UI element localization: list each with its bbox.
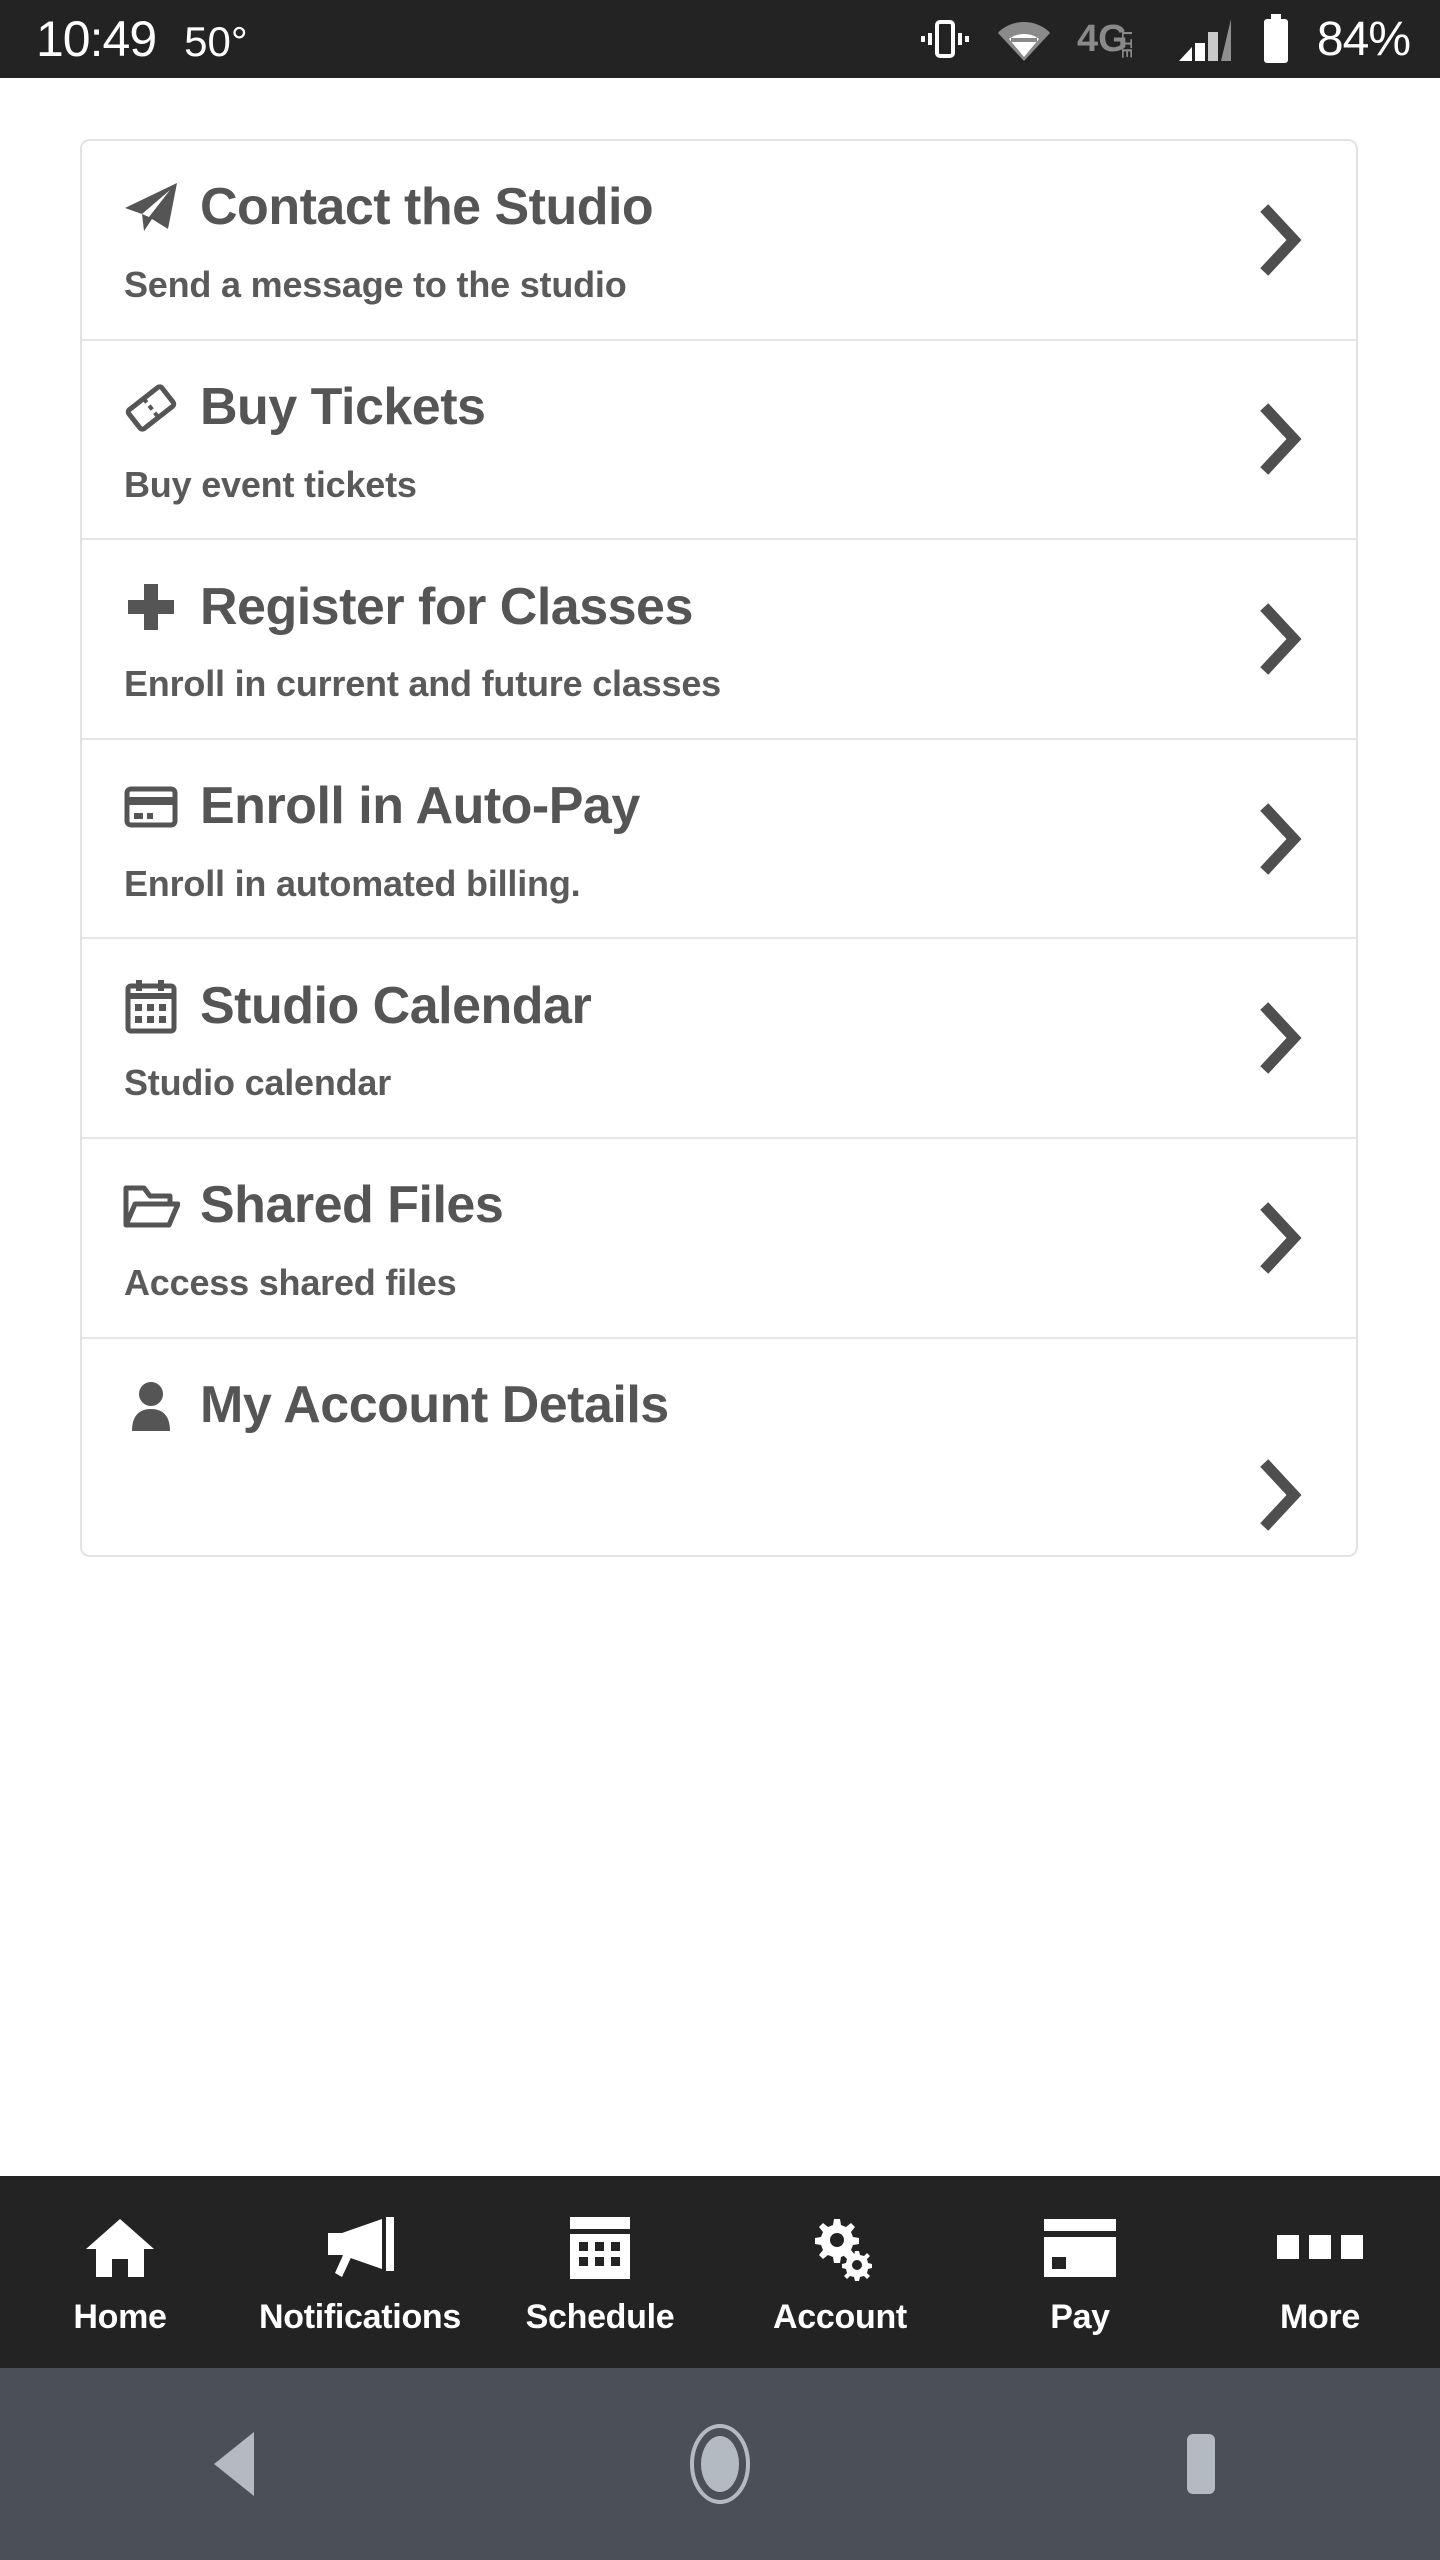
network-4glte-icon: 4G LTE [1077,17,1153,61]
list-item-title: Register for Classes [200,577,693,636]
status-bar: 10:49 50° 4G LTE 84% [0,0,1440,78]
megaphone-icon [322,2210,398,2286]
chevron-right-icon[interactable] [1260,204,1302,276]
back-button[interactable] [0,2428,480,2500]
list-item-title: Contact the Studio [200,178,654,237]
tab-notifications[interactable]: Notifications [240,2176,480,2368]
tab-schedule[interactable]: Schedule [480,2176,720,2368]
list-item-title: Enroll in Auto-Pay [200,777,640,836]
list-item-header: Register for Classes [122,578,1316,636]
three-squares-icon [1277,2210,1363,2286]
vibrate-icon [919,13,971,65]
list-item-subtitle: Studio calendar [124,1062,392,1104]
list-item-header: Buy Tickets [122,379,1316,437]
tab-label: Home [73,2298,167,2336]
list-item-studio-calendar[interactable]: Studio Calendar Studio calendar [82,939,1356,1139]
calendar-grid-icon [568,2210,632,2286]
tab-label: Account [773,2298,907,2336]
tab-account[interactable]: Account [720,2176,960,2368]
signal-bars-icon [1178,15,1235,63]
triangle-left-icon [208,2428,272,2500]
tab-home[interactable]: Home [0,2176,240,2368]
status-bar-left: 10:49 50° [36,14,248,64]
list-item-shared-files[interactable]: Shared Files Access shared files [82,1138,1356,1339]
user-icon [122,1377,184,1435]
tab-label: More [1279,2298,1361,2336]
chevron-right-icon[interactable] [1260,603,1302,675]
list-item-subtitle: Enroll in automated billing. [124,862,581,904]
tab-label: Schedule [525,2298,675,2336]
tab-pay[interactable]: Pay [960,2176,1200,2368]
list-item-register-for-classes[interactable]: Register for Classes Enroll in current a… [82,540,1356,740]
list-item-header: Enroll in Auto-Pay [122,778,1316,836]
list-item-enroll-in-auto-pay[interactable]: Enroll in Auto-Pay Enroll in automated b… [82,739,1356,940]
list-item-subtitle: Send a message to the studio [124,264,627,305]
plus-icon [122,578,184,636]
tab-label: Notifications [259,2298,461,2336]
list-item-title: Buy Tickets [200,378,486,437]
chevron-right-icon[interactable] [1260,1201,1302,1274]
credit-card-icon [1042,2210,1118,2286]
list-item-title: Studio Calendar [200,976,592,1035]
chevron-right-icon[interactable] [1260,1458,1302,1531]
status-time: 10:49 [36,11,157,67]
tab-label: Pay [1050,2298,1110,2336]
status-temperature: 50° [184,18,248,65]
folder-open-icon [122,1177,184,1235]
svg-text:LTE: LTE [1118,31,1135,58]
list-item-header: My Account Details [122,1377,1316,1435]
wifi-icon [997,16,1051,62]
gears-icon [804,2210,876,2286]
list-item-my-account-details[interactable]: My Account Details [82,1338,1356,1555]
tab-more[interactable]: More [1200,2176,1440,2368]
paper-plane-icon [122,179,184,237]
list-item-header: Shared Files [122,1177,1316,1235]
credit-card-icon [122,778,184,836]
recents-button[interactable] [960,2428,1440,2500]
circle-icon [679,2423,761,2505]
list-item-header: Studio Calendar [122,977,1316,1035]
ticket-icon [122,379,184,437]
home-icon [84,2210,156,2286]
list-item-title: My Account Details [200,1376,669,1434]
list-item-subtitle: Buy event tickets [124,463,417,505]
status-bar-right: 4G LTE 84% [919,12,1411,67]
menu-card: Contact the Studio Send a message to the… [80,139,1358,1557]
chevron-right-icon[interactable] [1260,1002,1302,1074]
list-item-subtitle: Enroll in current and future classes [124,663,721,705]
bottom-tab-bar: Home Notifications Schedule Account Pay … [0,2176,1440,2368]
android-nav-bar [0,2368,1440,2560]
list-item-header: Contact the Studio [122,179,1316,237]
list-item-title: Shared Files [200,1176,504,1235]
chevron-right-icon[interactable] [1260,802,1302,875]
battery-percent: 84% [1316,12,1411,66]
battery-icon [1261,14,1291,64]
home-button[interactable] [480,2423,960,2505]
list-item-buy-tickets[interactable]: Buy Tickets Buy event tickets [82,340,1356,541]
chevron-right-icon[interactable] [1260,403,1302,476]
calendar-icon [122,977,184,1035]
list-item-contact-the-studio[interactable]: Contact the Studio Send a message to the… [82,141,1356,341]
square-icon [1169,2428,1231,2500]
list-item-subtitle: Access shared files [124,1261,457,1303]
